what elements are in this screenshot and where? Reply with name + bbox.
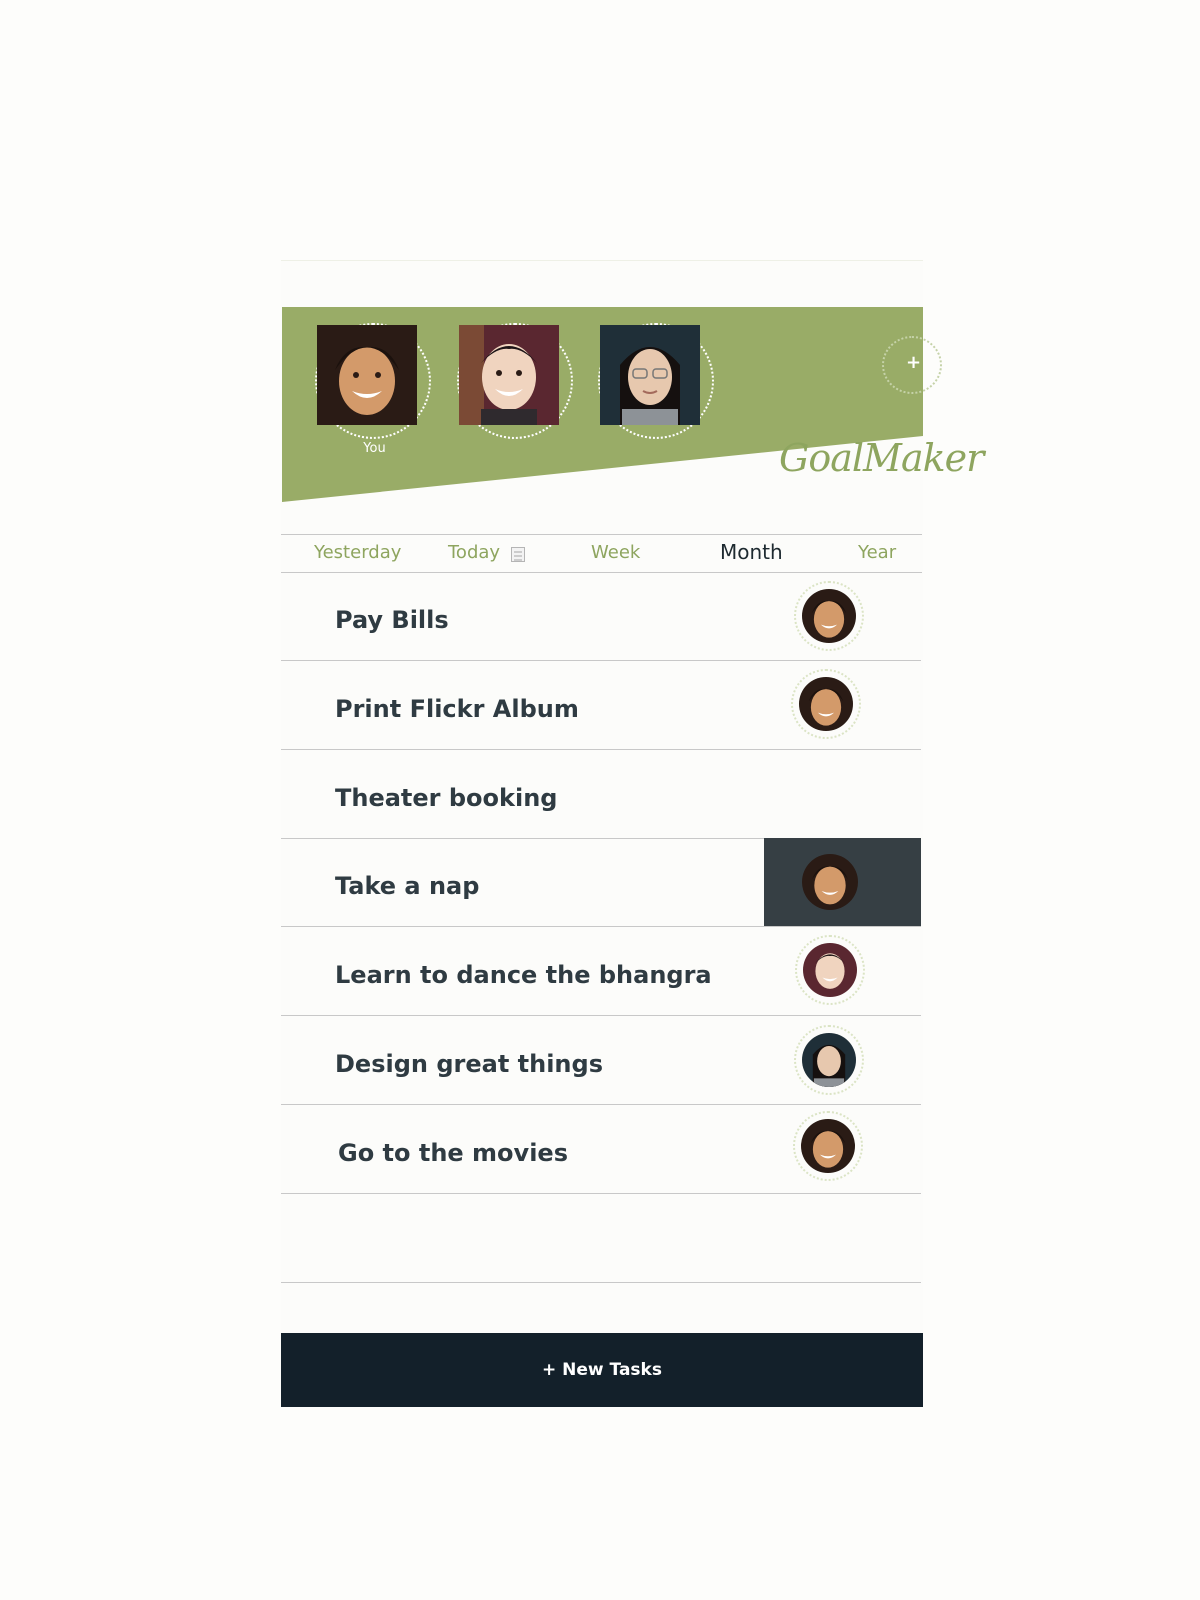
task-row[interactable]: Pay Bills [281,572,921,661]
top-divider [281,260,923,261]
task-row[interactable]: Theater booking [281,750,921,839]
avatar [600,325,706,431]
task-title: Theater booking [335,784,558,812]
woman-glasses-face-icon [600,325,700,425]
task-title: Print Flickr Album [335,695,579,723]
man-smile-face-icon [803,943,857,997]
task-assignee-avatar[interactable] [795,935,865,1005]
avatar [803,943,857,997]
task-title: Design great things [335,1050,603,1078]
task-assignee-avatar[interactable] [802,854,858,910]
member-avatar-you[interactable] [315,323,431,439]
task-title: Learn to dance the bhangra [335,961,712,989]
tab-yesterday[interactable]: Yesterday [314,542,401,563]
plus-icon: + [906,352,922,373]
woman-smile-face-icon [799,677,853,731]
avatar [799,677,853,731]
man-smile-face-icon [459,325,559,425]
new-tasks-button[interactable]: + New Tasks [281,1333,923,1407]
goalmaker-app: You + GoalMaker Yesterday Today Week Mon… [281,260,984,1407]
tab-month[interactable]: Month [720,540,783,564]
calendar-icon[interactable] [511,547,525,562]
tab-today[interactable]: Today [448,542,500,563]
task-row[interactable]: Learn to dance the bhangra [281,927,921,1016]
task-row[interactable]: Design great things [281,1016,921,1105]
task-action-panel[interactable] [764,838,921,926]
avatar [802,589,856,643]
task-assignee-avatar[interactable] [794,1025,864,1095]
woman-smile-face-icon [802,854,858,910]
task-assignee-avatar[interactable] [791,669,861,739]
member-name-you: You [363,441,386,456]
task-row[interactable]: Go to the movies [281,1105,921,1194]
tab-year[interactable]: Year [858,542,896,563]
member-avatar-2[interactable] [457,323,573,439]
add-member-button[interactable]: + [882,336,942,394]
avatar [459,325,565,431]
empty-task-row[interactable] [281,1194,921,1283]
woman-glasses-face-icon [802,1033,856,1087]
task-assignee-avatar[interactable] [793,1111,863,1181]
time-range-tabs: Yesterday Today Week Month Year [281,534,922,573]
woman-smile-face-icon [802,589,856,643]
woman-smile-face-icon [801,1119,855,1173]
avatar [317,325,423,431]
avatar [802,1033,856,1087]
avatar [801,1119,855,1173]
member-avatar-3[interactable] [598,323,714,439]
tab-week[interactable]: Week [591,542,640,563]
task-assignee-avatar[interactable] [794,581,864,651]
task-title: Take a nap [335,872,480,900]
task-title: Pay Bills [335,606,449,634]
task-row[interactable]: Print Flickr Album [281,661,921,750]
task-row-selected[interactable]: Take a nap [281,838,921,927]
goalmaker-logo: GoalMaker [779,436,984,480]
team-header: You + GoalMaker [282,307,984,502]
woman-smile-face-icon [317,325,417,425]
task-title: Go to the movies [338,1139,568,1167]
